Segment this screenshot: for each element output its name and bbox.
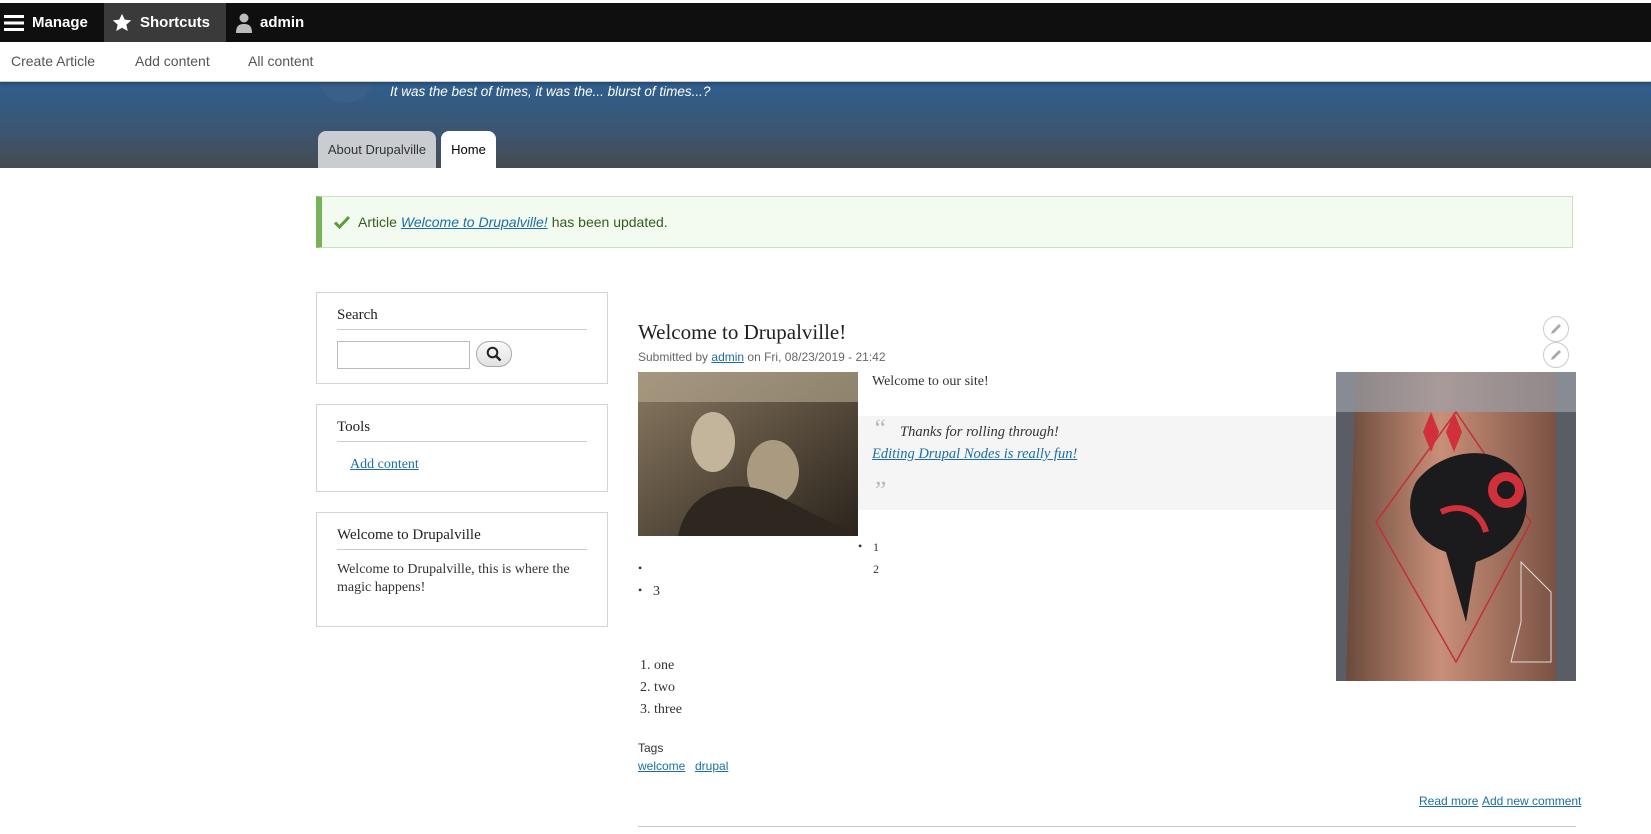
tools-block-title: Tools — [337, 419, 587, 442]
search-block-title: Search — [337, 307, 587, 330]
ordered-item: 3. three — [640, 702, 682, 717]
tab-about-drupalville[interactable]: About Drupalville — [318, 131, 436, 168]
contextual-edit-button[interactable] — [1543, 316, 1569, 342]
tray-link-all-content[interactable]: All content — [248, 53, 313, 69]
checkmark-icon — [334, 215, 350, 229]
submitted-prefix: Submitted by — [638, 350, 709, 364]
status-prefix: Article — [358, 214, 397, 230]
quote-open-mark: “ — [872, 414, 887, 443]
hamburger-icon — [4, 14, 24, 31]
ordered-item-text: two — [654, 680, 675, 695]
admin-toolbar: Manage Shortcuts admin — [0, 3, 1651, 42]
author-link[interactable]: admin — [711, 350, 744, 364]
article-intro: Welcome to our site! — [872, 374, 989, 389]
tools-block: Tools Add content — [316, 404, 608, 492]
status-article-link[interactable]: Welcome to Drupalville! — [401, 214, 548, 230]
status-message: Article Welcome to Drupalville! has been… — [316, 196, 1573, 248]
article-tattoo-image — [1336, 372, 1576, 681]
user-button[interactable]: admin — [226, 3, 326, 42]
ordered-item-text: one — [654, 658, 675, 673]
bullet-dot: • — [858, 539, 863, 553]
ordered-item-text: three — [654, 702, 682, 717]
status-suffix: has been updated. — [551, 214, 668, 230]
welcome-block-text: Welcome to Drupalville, this is where th… — [337, 562, 570, 595]
search-button[interactable] — [476, 341, 512, 367]
welcome-block: Welcome to Drupalville Welcome to Drupal… — [316, 512, 608, 627]
article-photo — [638, 372, 858, 536]
manage-label: Manage — [32, 14, 88, 31]
quote-line-1: Thanks for rolling through! — [900, 424, 1059, 440]
star-icon — [112, 13, 132, 31]
quote-link[interactable]: Editing Drupal Nodes is really fun! — [872, 446, 1077, 463]
list-item: 2 — [873, 562, 879, 576]
tools-add-content-link[interactable]: Add content — [350, 457, 419, 473]
submitted-date: on Fri, 08/23/2019 - 21:42 — [747, 350, 886, 364]
tags-label: Tags — [638, 741, 664, 755]
article-blockquote: “ Thanks for rolling through! Editing Dr… — [858, 414, 1336, 510]
shortcuts-label: Shortcuts — [140, 14, 211, 31]
tag-link-drupal[interactable]: drupal — [695, 759, 728, 773]
add-comment-link[interactable]: Add new comment — [1482, 794, 1581, 808]
magnifier-icon — [486, 346, 502, 362]
bullet-dot: • — [638, 583, 643, 597]
welcome-block-title: Welcome to Drupalville — [337, 527, 587, 550]
manage-button[interactable]: Manage — [0, 3, 104, 42]
tab-home[interactable]: Home — [441, 131, 496, 168]
user-label: admin — [260, 14, 305, 31]
ordered-item: 1. one — [640, 658, 675, 673]
tray-link-create-article[interactable]: Create Article — [11, 53, 95, 69]
search-input[interactable] — [337, 341, 470, 369]
article-submitted: Submitted by admin on Fri, 08/23/2019 - … — [638, 350, 886, 364]
list-item: 3 — [653, 584, 660, 599]
pencil-icon — [1551, 350, 1561, 360]
article-divider — [638, 826, 1576, 827]
article-title[interactable]: Welcome to Drupalville! — [638, 320, 846, 345]
quote-close-mark: ” — [872, 476, 887, 505]
user-icon — [236, 13, 252, 33]
ordered-item: 2. two — [640, 680, 675, 695]
bullet-dot: • — [638, 561, 643, 575]
shortcuts-tray: Create Article Add content All content — [0, 42, 1651, 82]
contextual-edit-button-2[interactable] — [1543, 342, 1569, 368]
search-block: Search — [316, 292, 608, 384]
site-header: It was the best of times, it was the... … — [0, 73, 1651, 168]
pencil-icon — [1551, 324, 1561, 334]
tag-link-welcome[interactable]: welcome — [638, 759, 685, 773]
list-item: 1 — [873, 540, 879, 554]
shortcuts-button[interactable]: Shortcuts — [104, 3, 226, 42]
read-more-link[interactable]: Read more — [1419, 794, 1478, 808]
tray-link-add-content[interactable]: Add content — [135, 53, 210, 69]
site-slogan: It was the best of times, it was the... … — [390, 84, 711, 99]
